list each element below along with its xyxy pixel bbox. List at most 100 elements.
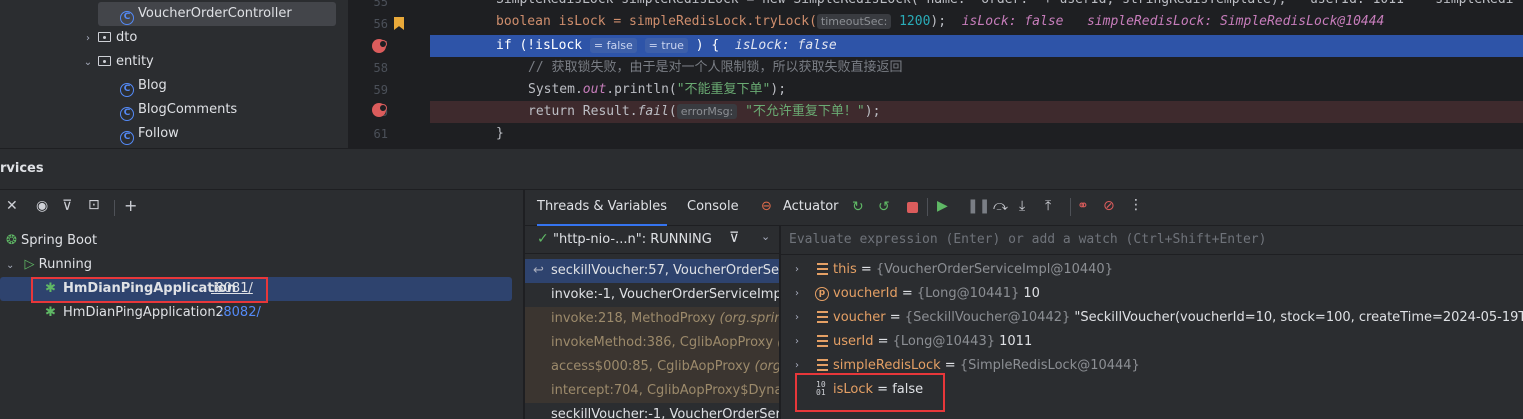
annotation-highlight-box — [31, 277, 268, 303]
line-number: 58 — [373, 61, 388, 75]
class-icon: C — [120, 131, 134, 145]
stack-frame[interactable]: invoke:-1, VoucherOrderServiceImplS — [525, 283, 779, 307]
mute-breakpoints-icon[interactable]: ⊘ — [1103, 198, 1115, 214]
class-icon: C — [120, 107, 134, 121]
return-arrow-icon: ↩ — [533, 263, 544, 278]
code-token: .println( — [606, 82, 677, 97]
tree-item-dto[interactable]: › dto — [82, 26, 137, 50]
more-options-icon[interactable]: ⋮ — [1129, 197, 1143, 213]
add-service-icon[interactable]: + — [124, 196, 137, 215]
bookmark-icon[interactable] — [394, 17, 404, 30]
tree-item-label: Follow — [138, 126, 179, 141]
line-number: 59 — [373, 83, 388, 97]
code-token: 1200 — [891, 14, 931, 29]
tree-item-follow[interactable]: C Follow — [120, 122, 179, 146]
services-panel: ✕ ◉ ⊽ ⊡ + ❂ Spring Boot ⌄ ▷ Running ✱ Hm… — [0, 190, 524, 419]
frame-class: (org.spring — [719, 311, 779, 326]
code-token: boolean isLock = simpleRedisLock.tryLock… — [496, 14, 817, 29]
code-token: if (!isLock — [496, 38, 583, 53]
tab-threads-variables[interactable]: Threads & Variables — [537, 190, 668, 226]
stack-frame[interactable]: ↩ seckillVoucher:57, VoucherOrderSer — [525, 259, 780, 283]
stack-frame-library[interactable]: access$000:85, CglibAopProxy (org. — [525, 355, 780, 379]
rerun-debug-icon[interactable]: ↺ — [878, 199, 890, 215]
editor-gutter[interactable]: 55 56 57 58 59 60 61 — [348, 0, 430, 148]
frame-method: access$000:85, CglibAopProxy — [551, 359, 755, 374]
actuator-icon: ⊖ — [761, 199, 772, 214]
stack-frame-library[interactable]: invokeMethod:386, CglibAopProxy (o — [525, 331, 779, 355]
field-icon — [817, 359, 828, 371]
field-icon — [817, 263, 828, 275]
line-number: 61 — [373, 127, 388, 141]
variable-ref: {Long@10443} — [892, 334, 995, 349]
collapse-all-icon[interactable]: ✕ — [6, 198, 18, 214]
chevron-right-icon[interactable]: › — [795, 282, 799, 306]
stack-frame-library[interactable]: intercept:704, CglibAopProxy$Dynam — [525, 379, 780, 403]
chevron-down-icon[interactable]: ⌄ — [761, 230, 770, 243]
debug-toolbar: Threads & Variables Console ⊖ Actuator ↻… — [525, 190, 1523, 226]
variable-ref: {SeckillVoucher@10442} — [904, 310, 1071, 325]
view-breakpoints-icon[interactable]: ⚭ — [1077, 198, 1089, 214]
stack-frame-library[interactable]: invoke:218, MethodProxy (org.spring — [525, 307, 779, 331]
frame-class: (org. — [754, 359, 780, 374]
frame-method: seckillVoucher:57, VoucherOrderSer — [551, 263, 780, 278]
service-item-hmdianping-8082[interactable]: ✱ HmDianPingApplication2 :8082/ — [0, 301, 512, 325]
step-over-icon[interactable]: ⤼ — [993, 198, 1008, 214]
chevron-right-icon[interactable]: › — [82, 27, 94, 51]
code-editor[interactable]: 55 56 57 58 59 60 61 SimpleRedisLock sim… — [348, 0, 1523, 148]
step-out-icon[interactable]: ⤒ — [1045, 198, 1051, 214]
service-label: Running — [38, 257, 92, 272]
parameter-icon: p — [815, 287, 829, 301]
code-token: "不能重复下单" — [676, 82, 771, 97]
tree-item-label: entity — [116, 54, 154, 69]
resume-icon[interactable]: ▶ — [937, 198, 948, 214]
frame-method: invoke:218, MethodProxy — [551, 311, 720, 326]
rerun-icon[interactable]: ↻ — [852, 199, 864, 215]
step-into-icon[interactable]: ⤓ — [1019, 198, 1025, 214]
stop-icon[interactable] — [907, 202, 918, 213]
frame-method: intercept:704, CglibAopProxy$Dynam — [551, 383, 780, 398]
evaluate-expression-input[interactable]: Evaluate expression (Enter) or add a wat… — [789, 232, 1266, 247]
variable-value: 10 — [1023, 286, 1040, 301]
service-port-link[interactable]: :8082/ — [219, 301, 261, 325]
breakpoint-icon[interactable] — [372, 39, 387, 53]
package-folder-icon — [98, 32, 111, 42]
filter-icon[interactable]: ⊽ — [62, 198, 72, 214]
tab-actuator[interactable]: Actuator — [783, 190, 839, 226]
variable-row-userid[interactable]: › userId = {Long@10443} 1011 — [781, 330, 1523, 354]
frames-panel: ✓ "http-nio-...n": RUNNING ⊽ ⌄ ↩ seckillV… — [525, 226, 780, 419]
chevron-down-icon[interactable]: ⌄ — [6, 260, 14, 271]
tree-item-blog[interactable]: C Blog — [120, 74, 167, 98]
filter-icon[interactable]: ⊽ — [729, 230, 739, 246]
pause-icon[interactable]: ❚❚ — [967, 198, 990, 214]
code-token: System. — [528, 82, 583, 97]
frame-method: invokeMethod:386, CglibAopProxy — [551, 335, 778, 350]
variable-row-this[interactable]: › this = {VoucherOrderServiceImpl@10440} — [781, 258, 1523, 282]
tree-item-blogcomments[interactable]: C BlogComments — [120, 98, 237, 122]
services-title: rvices — [0, 161, 44, 176]
tree-item-voucherordercontroller[interactable]: C VoucherOrderController — [98, 2, 336, 26]
code-line-55: SimpleRedisLock simpleRedisLock = new Si… — [430, 0, 1523, 11]
variable-row-voucherid[interactable]: › p voucherId = {Long@10441} 10 — [781, 282, 1523, 306]
variable-row-voucher[interactable]: › voucher = {SeckillVoucher@10442} "Seck… — [781, 306, 1523, 330]
code-token: ); — [930, 14, 947, 29]
service-node-spring-boot[interactable]: ❂ Spring Boot — [6, 229, 97, 253]
chevron-down-icon[interactable]: ⌄ — [82, 51, 94, 75]
divider — [781, 254, 1523, 255]
new-group-icon[interactable]: ⊡ — [88, 197, 100, 213]
thread-selector[interactable]: ✓ "http-nio-...n": RUNNING ⊽ ⌄ — [525, 226, 779, 254]
eye-icon[interactable]: ◉ — [36, 198, 48, 214]
stack-frame[interactable]: seckillVoucher:-1, VoucherOrderServ — [525, 403, 779, 419]
param-hint: errorMsg: — [676, 104, 738, 119]
debug-bug-icon: ✱ — [45, 305, 56, 320]
tab-console[interactable]: Console — [687, 190, 739, 226]
service-node-running[interactable]: ⌄ ▷ Running — [6, 253, 92, 277]
line-number: 56 — [373, 17, 388, 31]
chevron-right-icon[interactable]: › — [795, 330, 799, 354]
code-token: ); — [864, 104, 881, 119]
tree-item-entity[interactable]: ⌄ entity — [82, 50, 154, 74]
chevron-right-icon[interactable]: › — [795, 258, 799, 282]
breakpoint-icon[interactable] — [372, 103, 387, 117]
inline-value-hint: = true — [644, 38, 688, 53]
chevron-right-icon[interactable]: › — [795, 306, 799, 330]
spring-boot-icon: ❂ — [6, 233, 17, 248]
